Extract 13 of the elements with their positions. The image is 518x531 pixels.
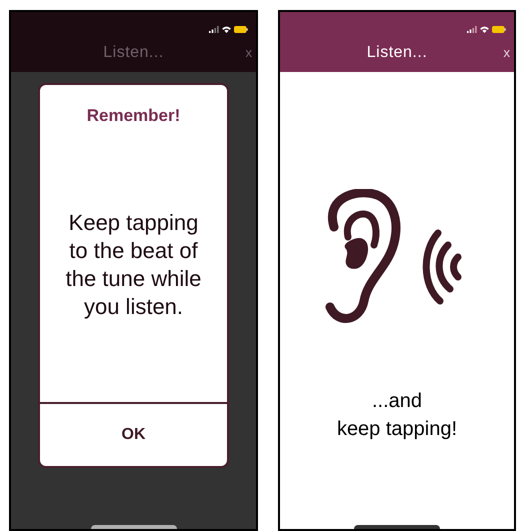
screen-title: Listen...	[366, 43, 428, 63]
battery-icon	[492, 26, 506, 33]
battery-icon	[234, 26, 248, 33]
caption-text: ...and keep tapping!	[336, 389, 458, 442]
close-button[interactable]: x	[504, 43, 510, 63]
signal-icon	[209, 26, 219, 33]
screen-title: Listen...	[103, 43, 164, 63]
ok-button[interactable]: OK	[40, 404, 227, 466]
signal-icon	[467, 26, 477, 33]
wifi-icon	[222, 26, 231, 33]
dialog-message: Keep tapping to the beat of the tune while you listen.	[64, 208, 202, 320]
dialog-title: Remember!	[86, 105, 180, 127]
wifi-icon	[480, 26, 489, 33]
